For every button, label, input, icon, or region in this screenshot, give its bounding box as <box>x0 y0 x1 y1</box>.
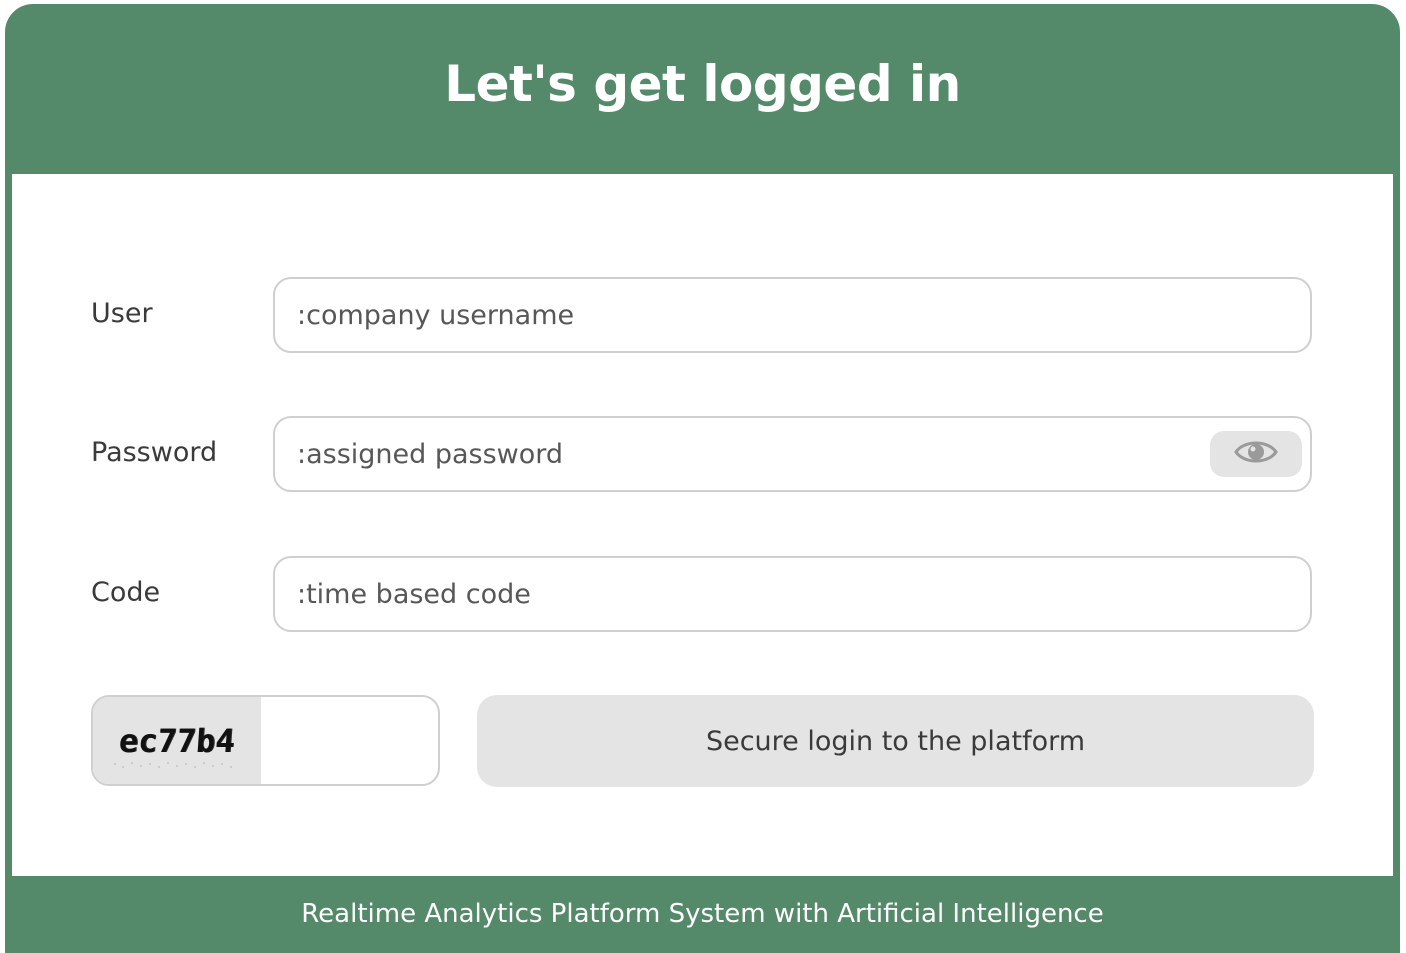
show-password-button[interactable] <box>1210 431 1302 477</box>
footer: Realtime Analytics Platform System with … <box>5 876 1400 953</box>
page-title: Let's get logged in <box>444 54 961 113</box>
password-field[interactable] <box>273 416 1312 492</box>
captcha-image: ec77b4 <box>93 697 261 784</box>
password-input[interactable] <box>297 418 1197 490</box>
captcha-input[interactable] <box>271 697 421 784</box>
login-form: User Password <box>12 174 1393 876</box>
captcha-noise <box>114 762 232 768</box>
footer-tagline: Realtime Analytics Platform System with … <box>301 898 1104 929</box>
code-input[interactable] <box>297 558 1197 630</box>
secure-login-button[interactable]: Secure login to the platform <box>477 695 1314 787</box>
code-row: Code <box>12 556 1393 632</box>
password-row: Password <box>12 416 1393 492</box>
eye-icon <box>1233 437 1279 471</box>
login-card: Let's get logged in User Password <box>5 4 1400 953</box>
user-field[interactable] <box>273 277 1312 353</box>
captcha-text: ec77b4 <box>117 721 237 760</box>
code-label: Code <box>91 577 161 608</box>
user-input[interactable] <box>297 279 1197 351</box>
captcha-field[interactable]: ec77b4 <box>91 695 440 786</box>
password-label: Password <box>91 437 218 468</box>
user-row: User <box>12 277 1393 353</box>
code-field[interactable] <box>273 556 1312 632</box>
user-label: User <box>91 298 153 329</box>
login-header: Let's get logged in <box>5 4 1400 173</box>
